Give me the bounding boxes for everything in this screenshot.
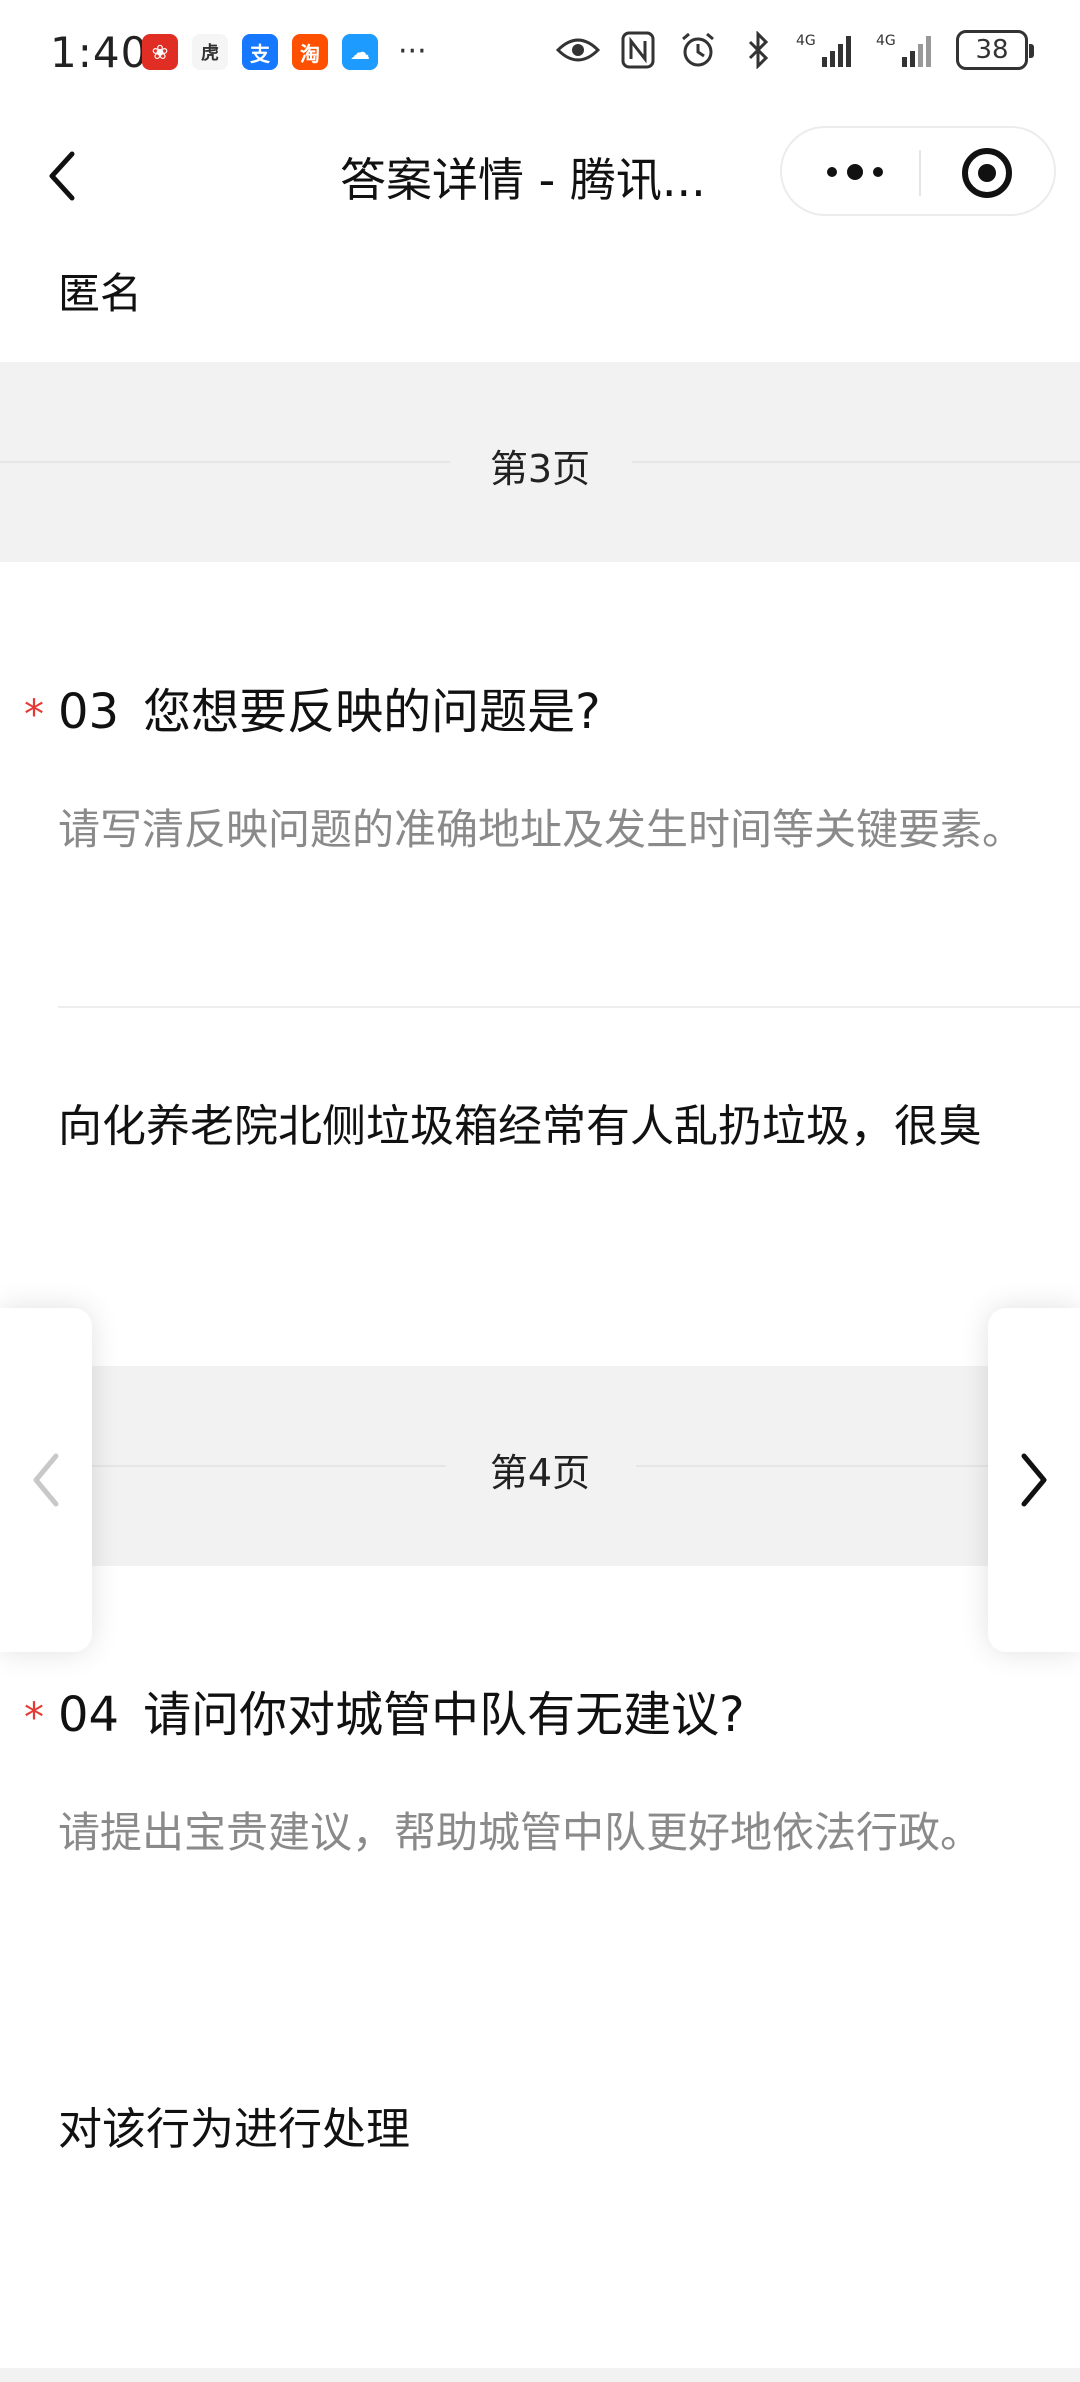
page-divider-4: 第4页 [0, 1366, 1080, 1566]
status-time: 1:40 [50, 28, 149, 77]
mini-program-capsule [780, 126, 1056, 216]
svg-text:4G: 4G [876, 33, 896, 49]
answer-text: 向化养老院北侧垃圾箱经常有人乱扔垃圾，很臭 [58, 1101, 982, 1152]
question-number: 04 [58, 1687, 120, 1743]
capsule-divider [919, 150, 921, 196]
status-bar: 1:40 ❀ 虎 支 淘 ☁ ··· 4G 4G 38 [0, 0, 1080, 110]
more-dots-icon [873, 167, 883, 177]
more-button[interactable] [820, 155, 890, 189]
signal-4g-icon-2: 4G [876, 30, 940, 70]
more-dots-icon [827, 167, 837, 177]
alarm-icon [676, 30, 720, 70]
question-header: * 04 请问你对城管中队有无建议? [24, 1675, 745, 1745]
notification-icons: ❀ 虎 支 淘 ☁ ··· [142, 34, 427, 70]
pinduoduo-icon: ❀ [142, 34, 178, 70]
taobao-icon: 淘 [292, 34, 328, 70]
answer-text: 对该行为进行处理 [58, 2104, 410, 2155]
chevron-left-icon [33, 1453, 59, 1507]
page-title: 答案详情 - 腾讯... [340, 153, 706, 207]
question-number: 03 [58, 684, 120, 740]
target-close-icon [978, 164, 996, 182]
signal-4g-icon-1: 4G [796, 30, 860, 70]
page-label: 第3页 [489, 447, 591, 491]
previous-page-button[interactable] [0, 1308, 92, 1652]
cloud-icon: ☁ [342, 34, 378, 70]
question-description: 请写清反映问题的准确地址及发生时间等关键要素。 [58, 805, 1025, 854]
system-icons: 4G 4G 38 [556, 30, 1034, 70]
next-page-button[interactable] [988, 1308, 1080, 1652]
question-text: 请问你对城管中队有无建议? [143, 1687, 745, 1743]
bottom-divider [0, 2368, 1080, 2382]
battery-indicator: 38 [956, 30, 1034, 70]
previous-answer: 匿名 [58, 269, 143, 318]
question-description: 请提出宝贵建议，帮助城管中队更好地依法行政。 [58, 1808, 983, 1857]
more-notifications-icon: ··· [398, 34, 427, 69]
back-button[interactable] [40, 148, 90, 204]
question-text: 您想要反映的问题是? [143, 684, 601, 740]
answer-divider [58, 1006, 1080, 1008]
required-mark: * [24, 1695, 44, 1741]
question-header: * 03 您想要反映的问题是? [24, 672, 601, 742]
chevron-right-icon [1021, 1453, 1047, 1507]
eye-icon [556, 30, 600, 70]
close-mini-program-button[interactable] [962, 148, 1012, 198]
required-mark: * [24, 692, 44, 738]
navigation-bar: 答案详情 - 腾讯... [0, 120, 1080, 230]
answer-detail-screen: 1:40 ❀ 虎 支 淘 ☁ ··· 4G 4G 38 答案详情 - 腾讯...… [0, 0, 1080, 2382]
svg-text:4G: 4G [796, 33, 816, 49]
page-label: 第4页 [489, 1451, 591, 1495]
bluetooth-icon [736, 30, 780, 70]
nfc-icon [616, 30, 660, 70]
huya-icon: 虎 [192, 34, 228, 70]
alipay-icon: 支 [242, 34, 278, 70]
page-divider-3: 第3页 [0, 362, 1080, 562]
more-dots-icon [847, 164, 863, 180]
chevron-left-icon [49, 151, 75, 201]
